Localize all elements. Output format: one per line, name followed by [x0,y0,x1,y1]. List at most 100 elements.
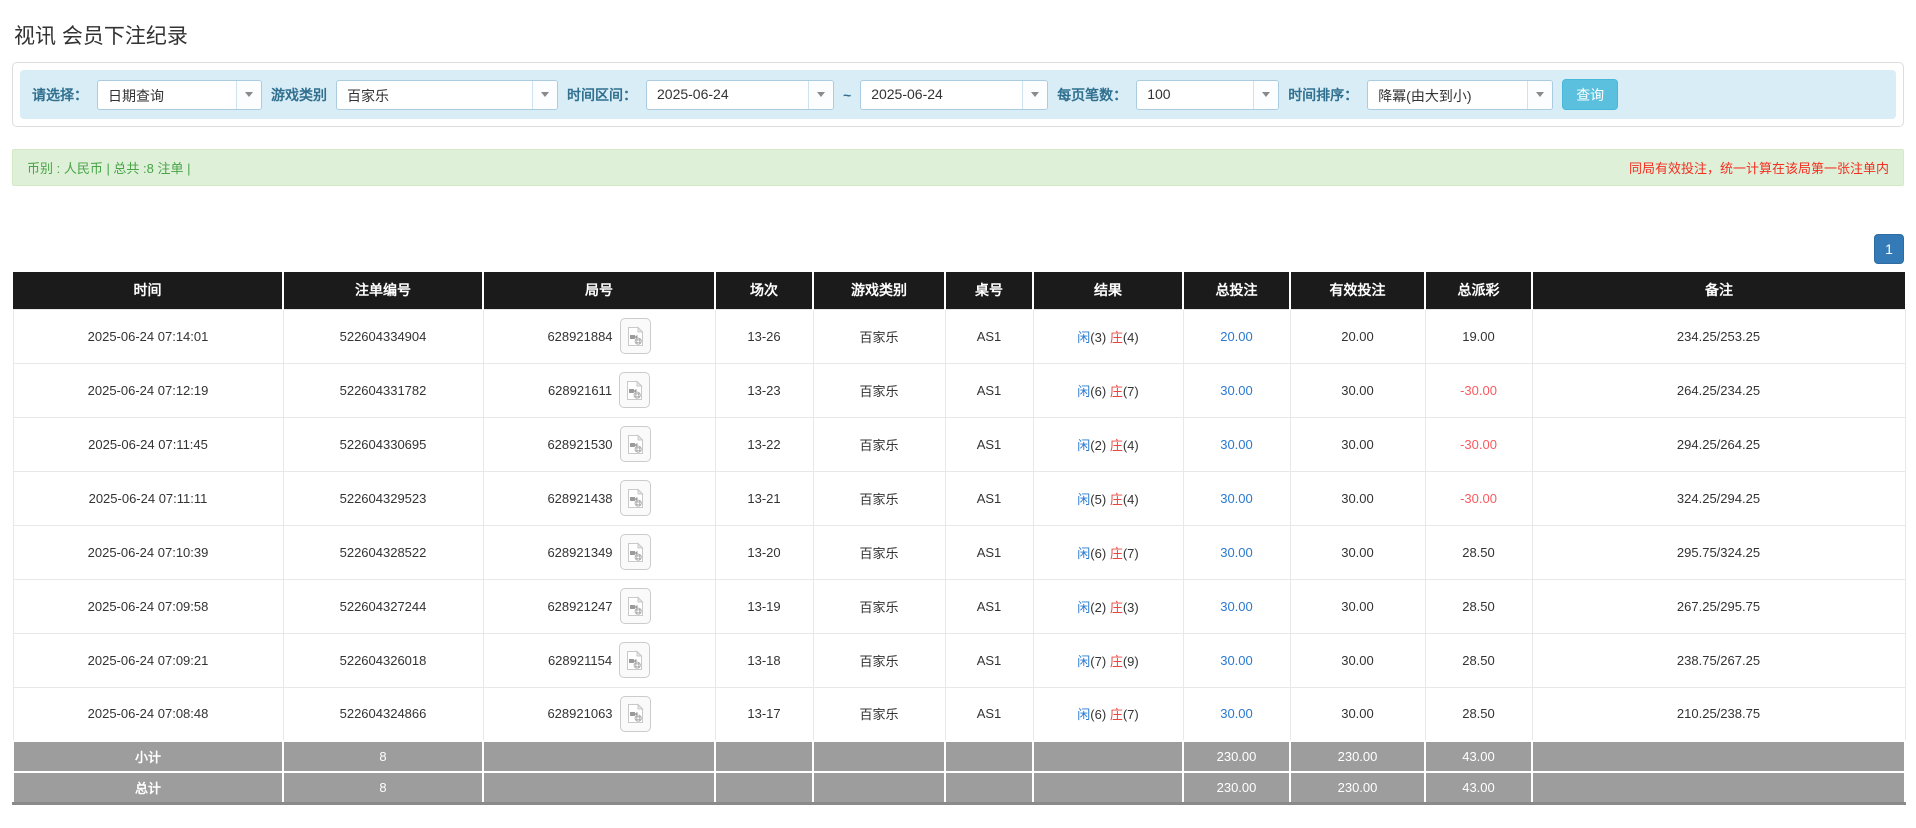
table-row: 2025-06-24 07:09:21 522604326018 6289211… [12,632,1906,688]
subtotal-empty-cell [812,740,946,773]
video-replay-button[interactable] [619,695,651,732]
remark-cell: 267.25/295.75 [1531,578,1906,634]
subtotal-valid-bet: 230.00 [1289,740,1426,773]
round-id-value: 628921611 [547,382,613,398]
player-result-label: 闲 [1077,599,1091,615]
total-bet-link[interactable]: 20.00 [1220,329,1253,344]
video-replay-button[interactable] [619,426,651,462]
result-cell: 闲(6) 庄(7) [1032,686,1184,742]
video-replay-button[interactable] [619,372,651,408]
game-type-cell: 百家乐 [812,362,946,418]
total-bet-link[interactable]: 30.00 [1220,437,1253,452]
date-from-select[interactable]: 2025-06-24 [646,79,834,110]
round-id-value: 628921154 [547,652,613,668]
total-empty-cell [944,771,1034,805]
chevron-down-icon[interactable] [1527,80,1553,109]
summary-currency-count: 币别 : 人民币 | 总共 :8 注单 | [27,161,191,176]
time-cell: 2025-06-24 07:09:21 [12,632,284,688]
search-button[interactable]: 查询 [1562,79,1619,110]
time-cell: 2025-06-24 07:09:58 [12,578,284,634]
filter-bar: 请选择： 日期查询 游戏类别 百家乐 时间区间： 2025-06-24 ~ 20… [20,70,1896,119]
header-table-no: 桌号 [945,272,1034,309]
total-bet-link[interactable]: 30.00 [1220,706,1253,721]
bet-id-cell: 522604328522 [282,524,484,580]
game-type-cell: 百家乐 [812,416,946,472]
table-no-cell: AS1 [944,578,1034,634]
total-bet-link[interactable]: 30.00 [1220,599,1253,614]
round-id-cell: 628921063 [482,686,716,742]
date-range-label: 时间区间： [567,86,637,103]
banker-result-label: 庄 [1109,491,1123,507]
page-1-button[interactable]: 1 [1874,234,1904,264]
valid-bet-cell: 30.00 [1289,632,1426,688]
total-empty-cell [482,771,716,805]
total-bet-link[interactable]: 30.00 [1220,383,1253,398]
total-empty-cell [1032,771,1184,805]
table-no-cell: AS1 [944,416,1034,472]
video-replay-button[interactable] [619,642,651,678]
result-cell: 闲(2) 庄(3) [1032,578,1184,634]
game-type-select[interactable]: 百家乐 [336,79,558,110]
session-cell: 13-17 [714,686,814,742]
player-result-label: 闲 [1077,545,1091,561]
round-id-cell: 628921247 [482,578,716,634]
chevron-down-icon[interactable] [808,80,833,109]
video-replay-button[interactable] [619,318,651,354]
banker-result-label: 庄 [1109,653,1123,669]
total-bet-cell: 30.00 [1182,578,1291,634]
video-file-icon [627,433,644,454]
payout-cell: 28.50 [1424,686,1533,742]
round-id-value: 628921884 [547,328,613,344]
query-mode-select[interactable]: 日期查询 [97,79,262,110]
chevron-down-icon[interactable] [1022,80,1048,109]
betting-records-table: 时间 注单编号 局号 场次 游戏类别 桌号 结果 总投注 有效投注 总派彩 备注… [12,272,1906,805]
table-row: 2025-06-24 07:14:01 522604334904 6289218… [12,308,1906,364]
banker-result-label: 庄 [1109,599,1123,615]
valid-bet-cell: 30.00 [1289,470,1426,526]
game-type-cell: 百家乐 [812,308,946,364]
result-cell: 闲(3) 庄(4) [1032,308,1184,364]
total-bet-link[interactable]: 30.00 [1220,545,1253,560]
session-cell: 13-23 [714,362,814,418]
table-header: 时间 注单编号 局号 场次 游戏类别 桌号 结果 总投注 有效投注 总派彩 备注 [13,272,1905,309]
chevron-down-icon[interactable] [236,80,261,109]
time-cell: 2025-06-24 07:12:19 [12,362,284,418]
time-cell: 2025-06-24 07:11:45 [12,416,284,472]
game-type-cell: 百家乐 [812,686,946,742]
summary-bar: 币别 : 人民币 | 总共 :8 注单 | 同局有效投注，统一计算在该局第一张注… [12,149,1904,186]
valid-bet-cell: 20.00 [1289,308,1426,364]
date-to-select[interactable]: 2025-06-24 [860,79,1049,110]
subtotal-row: 小计 8 230.00 230.00 43.00 [12,740,1906,773]
total-bet-cell: 20.00 [1182,308,1291,364]
total-label: 总计 [12,771,284,805]
round-id-cell: 628921154 [482,632,716,688]
banker-result-value: (4) [1122,491,1139,507]
subtotal-empty-cell [1531,740,1906,773]
payout-cell: -30.00 [1424,416,1533,472]
time-sort-select[interactable]: 降冪(由大到小) [1367,79,1554,110]
total-bet-link[interactable]: 30.00 [1220,491,1253,506]
session-cell: 13-26 [714,308,814,364]
video-replay-button[interactable] [619,534,651,570]
subtotal-count: 8 [282,740,484,773]
video-replay-button[interactable] [619,480,651,516]
page-size-select[interactable]: 100 [1136,79,1280,110]
time-cell: 2025-06-24 07:14:01 [12,308,284,364]
subtotal-total-bet: 230.00 [1182,740,1291,773]
query-mode-value: 日期查询 [108,87,164,104]
table-row: 2025-06-24 07:12:19 522604331782 6289216… [12,362,1906,418]
date-from-value: 2025-06-24 [657,85,729,102]
game-type-cell: 百家乐 [812,524,946,580]
subtotal-empty-cell [944,740,1034,773]
video-replay-button[interactable] [619,588,651,624]
chevron-down-icon[interactable] [532,80,557,109]
chevron-down-icon[interactable] [1253,80,1279,109]
header-remark: 备注 [1532,272,1905,309]
payout-value: -30.00 [1460,382,1497,398]
total-bet-link[interactable]: 30.00 [1220,653,1253,668]
total-bet-cell: 30.00 [1182,632,1291,688]
table-no-cell: AS1 [944,470,1034,526]
bet-id-cell: 522604329523 [282,470,484,526]
valid-bet-cell: 30.00 [1289,686,1426,742]
session-cell: 13-21 [714,470,814,526]
